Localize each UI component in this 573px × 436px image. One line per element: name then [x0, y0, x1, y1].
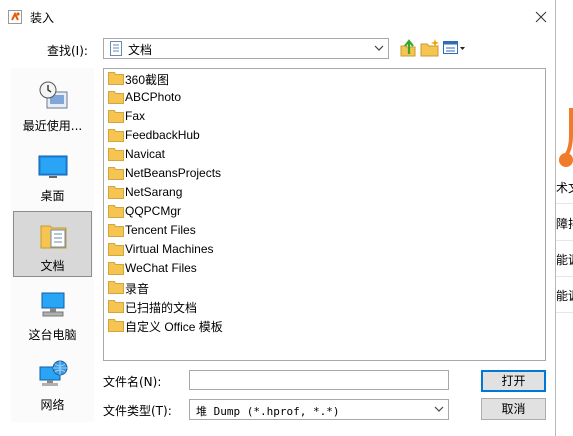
look-in-value: 文档 — [128, 43, 153, 57]
recent-places-icon — [39, 81, 68, 109]
file-name: Navicat — [125, 147, 166, 161]
background-logo-icon — [558, 108, 573, 167]
place-documents[interactable]: 文档 — [13, 211, 92, 277]
chevron-down-icon — [434, 406, 444, 412]
filetype-label: 文件类型(T): — [103, 404, 172, 418]
place-network[interactable]: 网络 — [13, 351, 92, 417]
up-folder-icon[interactable] — [399, 38, 417, 58]
title-bar: 装入 — [0, 0, 556, 34]
documents-icon — [40, 225, 67, 249]
file-name: 已扫描的文档 — [125, 301, 198, 315]
folder-icon — [108, 72, 124, 85]
place-network-label: 网络 — [40, 398, 65, 412]
background-text: 障排 — [556, 217, 573, 231]
background-text: 术文 — [556, 181, 573, 195]
folder-icon — [108, 300, 124, 313]
window-title: 装入 — [30, 11, 55, 25]
background-window: 术文 障排 能调 能调 — [556, 0, 573, 436]
look-in-combobox[interactable]: 文档 — [103, 38, 389, 59]
file-name: Fax — [125, 109, 146, 123]
file-name: NetSarang — [125, 185, 183, 199]
filetype-combobox[interactable]: 堆 Dump (*.hprof, *.*) — [189, 399, 449, 420]
folder-icon — [108, 243, 124, 256]
folder-icon — [108, 205, 124, 218]
file-name: 360截图 — [125, 73, 170, 87]
background-divider — [556, 203, 573, 204]
folder-icon — [108, 167, 124, 180]
folder-icon — [108, 129, 124, 142]
folder-icon — [108, 262, 124, 275]
filename-input[interactable] — [189, 370, 449, 390]
this-pc-icon — [41, 292, 65, 317]
background-divider — [556, 276, 573, 277]
place-documents-label: 文档 — [40, 259, 65, 273]
desktop-icon — [38, 155, 68, 178]
folder-icon — [108, 281, 124, 294]
app-icon — [8, 10, 22, 24]
close-icon[interactable] — [529, 6, 553, 28]
place-recent[interactable]: 最近使用... — [13, 72, 92, 138]
network-icon — [39, 360, 68, 386]
place-desktop-label: 桌面 — [40, 189, 65, 203]
file-name: 录音 — [125, 282, 150, 296]
file-name: Tencent Files — [125, 223, 196, 237]
background-divider — [556, 240, 573, 241]
place-this-pc[interactable]: 这台电脑 — [13, 281, 92, 347]
file-name: Virtual Machines — [125, 242, 214, 256]
file-name: QQPCMgr — [125, 204, 182, 218]
file-name: 自定义 Office 模板 — [125, 320, 223, 334]
folder-icon — [108, 148, 124, 161]
folder-icon — [108, 91, 124, 104]
cancel-button[interactable]: 取消 — [481, 398, 546, 420]
file-name: NetBeansProjects — [125, 166, 222, 180]
background-divider — [556, 312, 573, 313]
view-menu-icon[interactable] — [442, 38, 466, 58]
background-text: 能调 — [556, 253, 573, 267]
open-dialog: 装入 查找(I): 文档 最近使用... 桌面 文档 这台电脑 网络 360截图… — [0, 0, 556, 436]
folder-icon — [108, 186, 124, 199]
place-recent-label: 最近使用... — [22, 119, 83, 133]
open-button[interactable]: 打开 — [481, 370, 546, 392]
place-desktop[interactable]: 桌面 — [13, 142, 92, 208]
folder-icon — [108, 319, 124, 332]
folder-icon — [108, 224, 124, 237]
file-name: WeChat Files — [125, 261, 197, 275]
documents-small-icon — [110, 41, 122, 56]
places-bar: 最近使用... 桌面 文档 这台电脑 网络 — [11, 68, 94, 422]
file-name: FeedbackHub — [125, 128, 200, 142]
file-list: 360截图 ABCPhoto Fax FeedbackHub Navicat N… — [103, 68, 546, 361]
filetype-value: 堆 Dump (*.hprof, *.*) — [196, 405, 340, 418]
place-this-pc-label: 这台电脑 — [28, 328, 77, 342]
filename-label: 文件名(N): — [103, 375, 162, 389]
chevron-down-icon — [374, 45, 384, 51]
background-text: 能调 — [556, 289, 573, 303]
folder-icon — [108, 110, 124, 123]
new-folder-icon[interactable] — [420, 38, 440, 58]
file-name: ABCPhoto — [125, 90, 182, 104]
look-in-label: 查找(I): — [47, 44, 88, 58]
